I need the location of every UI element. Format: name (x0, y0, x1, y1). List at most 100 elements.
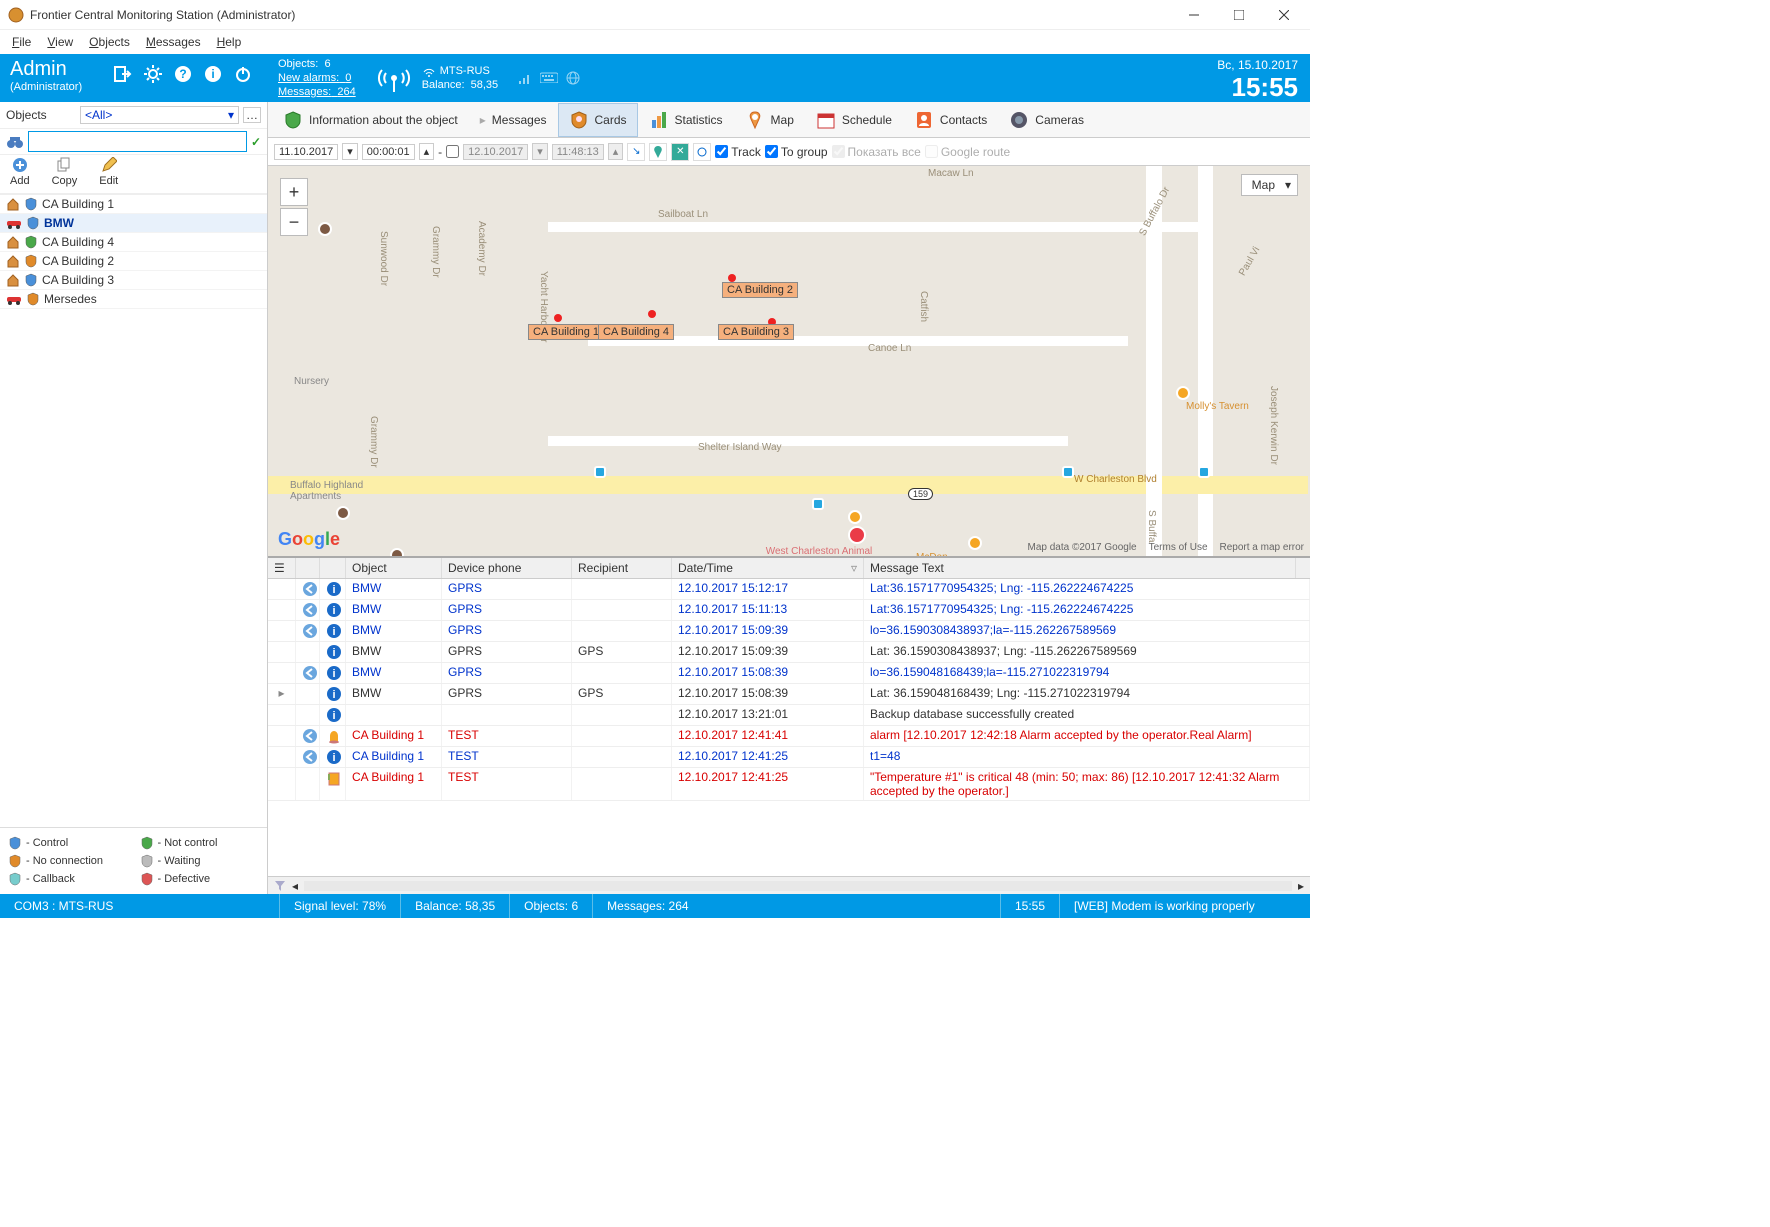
map-tool-target[interactable] (693, 143, 711, 161)
table-row[interactable]: i12.10.2017 13:21:01Backup database succ… (268, 705, 1310, 726)
tab-cards[interactable]: Cards (558, 103, 638, 137)
add-button[interactable]: Add (10, 157, 30, 187)
col-message-text[interactable]: Message Text (864, 558, 1296, 578)
grid-body[interactable]: iBMWGPRS12.10.2017 15:12:17Lat:36.157177… (268, 579, 1310, 876)
object-item[interactable]: CA Building 1 (0, 195, 267, 214)
filter-select[interactable]: <All>▾ (80, 106, 239, 124)
copy-button[interactable]: Copy (52, 157, 78, 187)
cell-device-phone: GPRS (442, 642, 572, 662)
close-button[interactable] (1261, 1, 1306, 29)
map-tool-1[interactable]: ↘ (627, 143, 645, 161)
col-device-phone[interactable]: Device phone (442, 558, 572, 578)
logout-icon[interactable] (111, 62, 135, 86)
date-from-dd[interactable]: ▾ (342, 143, 358, 160)
search-input[interactable] (28, 131, 247, 152)
showall-checkbox: Показать все (832, 145, 921, 159)
marker-ca4[interactable]: CA Building 4 (598, 324, 674, 340)
check-icon[interactable]: ✓ (251, 135, 261, 149)
menu-objects[interactable]: Objects (81, 33, 138, 51)
map-tool-pin[interactable] (649, 143, 667, 161)
togroup-checkbox[interactable]: To group (765, 145, 828, 159)
zoom-out-button[interactable]: − (280, 208, 308, 236)
info-icon: i (326, 749, 342, 765)
cell-message: t1=48 (864, 747, 1310, 767)
menu-view[interactable]: View (39, 33, 81, 51)
object-item[interactable]: CA Building 2 (0, 252, 267, 271)
time-from-spin[interactable]: ▴ (419, 143, 435, 160)
table-row[interactable]: iCA Building 1TEST12.10.2017 12:41:25t1=… (268, 747, 1310, 768)
road-macaw: Macaw Ln (928, 168, 974, 179)
filter-more-button[interactable]: … (243, 107, 261, 123)
map-type-select[interactable]: Map ▾ (1241, 174, 1298, 196)
shield-icon (140, 872, 154, 886)
filter-funnel-icon[interactable] (274, 880, 286, 892)
col-datetime[interactable]: Date/Time ▿ (672, 558, 864, 578)
cell-object: BMW (346, 642, 442, 662)
home-icon (6, 235, 20, 249)
svg-text:?: ? (179, 67, 186, 81)
blue-shield-icon (24, 197, 38, 211)
marker-ca2[interactable]: CA Building 2 (722, 282, 798, 298)
map-toolbar: 11.10.2017 ▾ 00:00:01 ▴ - 12.10.2017 ▾ 1… (268, 138, 1310, 166)
scroll-left-button[interactable]: ◂ (292, 879, 298, 893)
tab-label: Map (771, 113, 794, 127)
shield-icon (140, 854, 154, 868)
object-name: CA Building 2 (42, 254, 114, 268)
cell-device-phone: GPRS (442, 600, 572, 620)
col-recipient[interactable]: Recipient (572, 558, 672, 578)
table-row[interactable]: CA Building 1TEST12.10.2017 12:41:41alar… (268, 726, 1310, 747)
grid-scrollbar-h[interactable] (304, 881, 1292, 891)
tab-contacts[interactable]: Contacts (903, 103, 998, 137)
menu-file[interactable]: File (4, 33, 39, 51)
edit-button[interactable]: Edit (99, 157, 118, 187)
table-row[interactable]: iBMWGPRS12.10.2017 15:11:13Lat:36.157177… (268, 600, 1310, 621)
tab-schedule[interactable]: Schedule (805, 103, 903, 137)
track-checkbox[interactable]: Track (715, 145, 761, 159)
col-object[interactable]: Object (346, 558, 442, 578)
time-from[interactable]: 00:00:01 (362, 144, 415, 160)
map-tool-x[interactable]: ✕ (671, 143, 689, 161)
app-icon (8, 7, 24, 23)
table-row[interactable]: iBMWGPRS12.10.2017 15:09:39lo=36.1590308… (268, 621, 1310, 642)
tab-cameras[interactable]: Cameras (998, 103, 1095, 137)
map-canvas[interactable]: Macaw Ln Sailboat Ln Canoe Ln Shelter Is… (268, 166, 1310, 556)
minimize-button[interactable] (1171, 1, 1216, 29)
gear-icon[interactable] (141, 62, 165, 86)
svg-text:i: i (332, 710, 335, 722)
tab-information-about-the-object[interactable]: Information about the object (272, 103, 469, 137)
tab-messages[interactable]: ▸Messages (469, 106, 558, 134)
object-item[interactable]: Mersedes (0, 290, 267, 309)
cell-datetime: 12.10.2017 15:12:17 (672, 579, 864, 599)
tab-map[interactable]: Map (734, 103, 805, 137)
date-range-toggle[interactable] (446, 145, 459, 158)
road-sailboat: Sailboat Ln (658, 209, 708, 220)
menu-help[interactable]: Help (209, 33, 250, 51)
marker-ca1[interactable]: CA Building 1 (528, 324, 604, 340)
legend-item: - No connection (8, 854, 128, 868)
object-name: Mersedes (44, 292, 97, 306)
table-row[interactable]: iBMWGPRS12.10.2017 15:12:17Lat:36.157177… (268, 579, 1310, 600)
binoculars-icon (6, 135, 24, 149)
road-grammy-h: Grammy Dr (368, 416, 379, 468)
date-from[interactable]: 11.10.2017 (274, 144, 338, 160)
maximize-button[interactable] (1216, 1, 1261, 29)
shield-icon (140, 836, 154, 850)
table-row[interactable]: ▸iBMWGPRSGPS12.10.2017 15:08:39Lat: 36.1… (268, 684, 1310, 705)
object-item[interactable]: BMW (0, 214, 267, 233)
marker-ca3[interactable]: CA Building 3 (718, 324, 794, 340)
table-row[interactable]: CA Building 1TEST12.10.2017 12:41:25"Tem… (268, 768, 1310, 801)
menu-messages[interactable]: Messages (138, 33, 209, 51)
power-icon[interactable] (231, 62, 255, 86)
tab-statistics[interactable]: Statistics (638, 103, 734, 137)
table-row[interactable]: iBMWGPRS12.10.2017 15:08:39lo=36.1590481… (268, 663, 1310, 684)
scroll-right-button[interactable]: ▸ (1298, 879, 1304, 893)
object-item[interactable]: CA Building 4 (0, 233, 267, 252)
info-icon[interactable]: i (201, 62, 225, 86)
col-marker[interactable]: ☰ (268, 558, 296, 578)
road-academy: Academy Dr (476, 221, 487, 276)
table-row[interactable]: iBMWGPRSGPS12.10.2017 15:09:39Lat: 36.15… (268, 642, 1310, 663)
cell-object (346, 705, 442, 725)
help-icon[interactable]: ? (171, 62, 195, 86)
zoom-in-button[interactable]: + (280, 178, 308, 206)
object-item[interactable]: CA Building 3 (0, 271, 267, 290)
